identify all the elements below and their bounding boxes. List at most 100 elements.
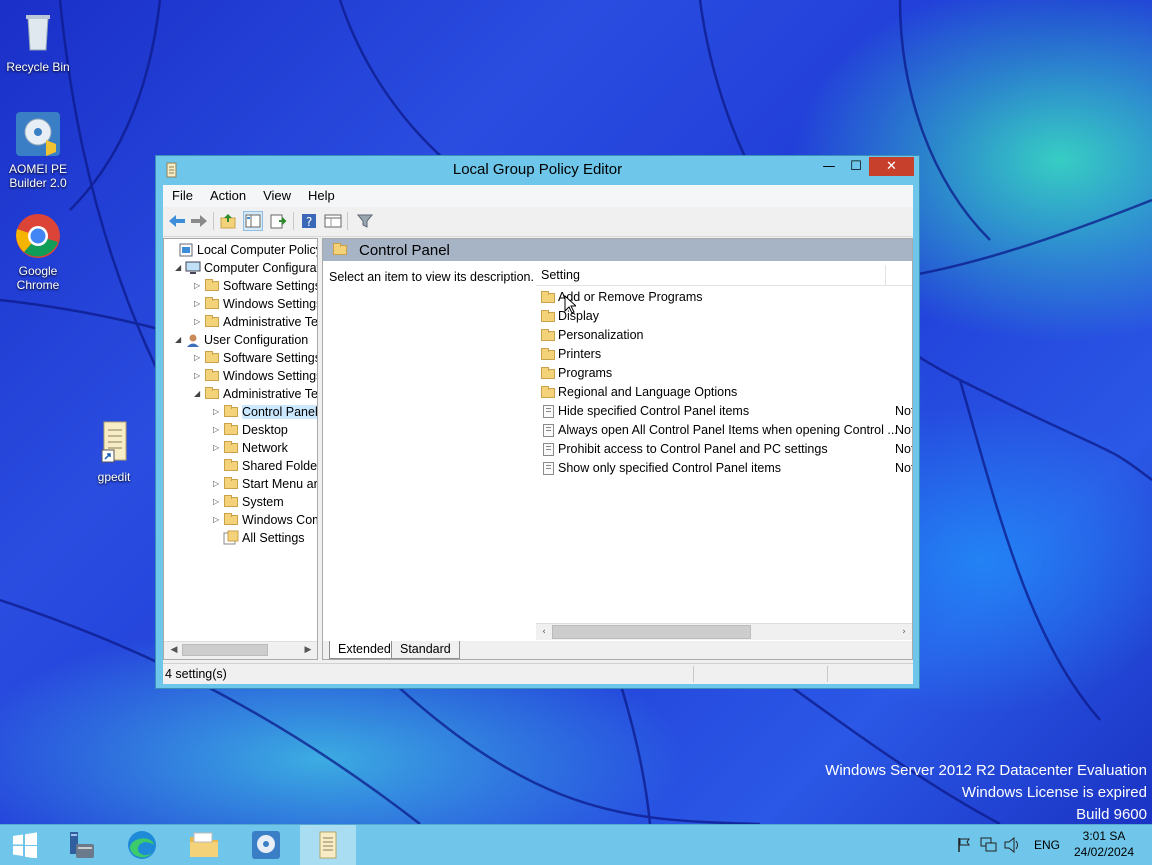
setting-row[interactable]: Show only specified Control Panel items N…	[536, 459, 913, 478]
volume-icon[interactable]	[1004, 836, 1022, 856]
details-pane: Control Panel Select an item to view its…	[322, 238, 913, 660]
language-indicator[interactable]: ENG	[1034, 838, 1060, 852]
tree-expander-icon[interactable]: ▷	[194, 349, 204, 367]
menu-bar: File Action View Help	[163, 185, 913, 207]
network-icon[interactable]	[980, 837, 998, 856]
up-folder-icon[interactable]	[219, 211, 239, 231]
policy-setting-icon	[540, 440, 556, 459]
menu-file[interactable]: File	[163, 185, 201, 207]
setting-row[interactable]: Regional and Language Options	[536, 383, 912, 402]
setting-row[interactable]: Personalization	[536, 326, 912, 345]
scroll-left-arrow-icon[interactable]: ◀	[166, 642, 182, 658]
title-bar[interactable]: Local Group Policy Editor — ☐ ✕	[156, 156, 919, 184]
back-arrow-icon[interactable]	[167, 211, 187, 231]
setting-row[interactable]: Display	[536, 307, 912, 326]
tree-expander-icon[interactable]: ◢	[175, 331, 185, 349]
export-list-icon[interactable]	[269, 211, 289, 231]
setting-row[interactable]: Add or Remove Programs	[536, 288, 912, 307]
properties-view-icon[interactable]	[323, 211, 343, 231]
tree-expander-icon[interactable]: ▷	[213, 475, 223, 493]
desktop-icon-gpedit[interactable]: gpedit	[76, 418, 152, 484]
tree-node[interactable]: Local Computer Policy	[168, 241, 317, 259]
tree-scroll-thumb[interactable]	[182, 644, 268, 656]
show-hide-tree-icon[interactable]	[243, 211, 263, 231]
tree-expander-icon[interactable]: ▷	[194, 367, 204, 385]
tree-node[interactable]: ▷ Software Settings	[194, 349, 317, 367]
tree-node[interactable]: ▷ Start Menu and Taskbar	[213, 475, 317, 493]
menu-view[interactable]: View	[254, 185, 299, 207]
setting-row[interactable]: Printers	[536, 345, 912, 364]
tree-node[interactable]: ▷ Administrative Templates	[194, 313, 317, 331]
tree-node[interactable]: ▷ Control Panel	[213, 403, 317, 421]
desktop-icon-recycle-bin[interactable]: Recycle Bin	[0, 8, 76, 74]
tree-node-label: Windows Components	[242, 513, 317, 527]
tree-node-label: Shared Folders	[242, 459, 318, 473]
desktop-icon-chrome[interactable]: Google Chrome	[0, 212, 76, 292]
column-divider[interactable]	[885, 265, 886, 285]
maximize-button[interactable]: ☐	[843, 157, 869, 176]
tree-expander-icon[interactable]: ◢	[194, 385, 204, 403]
action-center-flag-icon[interactable]	[956, 837, 972, 856]
tree-expander-icon[interactable]: ▷	[213, 421, 223, 439]
list-scroll-thumb[interactable]	[552, 625, 751, 639]
file-explorer-icon[interactable]	[176, 825, 232, 865]
gpedit-shortcut-icon	[90, 418, 138, 466]
tree-expander-icon[interactable]: ▷	[213, 493, 223, 511]
tree-expander-icon[interactable]: ▷	[194, 295, 204, 313]
aomei-taskbar-icon[interactable]	[238, 825, 294, 865]
tab-standard[interactable]: Standard	[391, 641, 460, 659]
tree-node-label: All Settings	[242, 531, 305, 545]
help-icon[interactable]: ?	[299, 211, 319, 231]
tree-node[interactable]: ▷ System	[213, 493, 284, 511]
tree-node[interactable]: ▷ Windows Settings	[194, 367, 317, 385]
forward-arrow-icon[interactable]	[189, 211, 209, 231]
recycle-bin-icon	[14, 8, 62, 56]
setting-row[interactable]: Always open All Control Panel Items when…	[536, 421, 912, 440]
filter-icon[interactable]	[355, 211, 375, 231]
setting-row[interactable]: Hide specified Control Panel items Not	[536, 402, 912, 421]
tree-expander-icon[interactable]: ◢	[175, 259, 185, 277]
status-text: 4 setting(s)	[165, 667, 227, 681]
gpedit-taskbar-icon[interactable]	[300, 825, 356, 865]
tree-node[interactable]: ▷ Windows Settings	[194, 295, 317, 313]
tree-node[interactable]: ▷ Desktop	[213, 421, 288, 439]
desktop-icon-aomei[interactable]: AOMEI PE Builder 2.0	[0, 110, 76, 190]
tree-expander-icon[interactable]: ▷	[213, 439, 223, 457]
tree-expander-icon[interactable]: ▷	[194, 277, 204, 295]
tree-horizontal-scrollbar[interactable]: ◀ ▶	[164, 641, 317, 659]
tree-node[interactable]: ▷ Software Settings	[194, 277, 317, 295]
policy-tree: Local Computer Policy ◢ Computer Configura…	[163, 238, 318, 660]
setting-name: Personalization	[558, 328, 644, 342]
setting-name: Hide specified Control Panel items	[558, 404, 750, 418]
tree-node[interactable]: ◢ Administrative Templates	[194, 385, 317, 403]
list-horizontal-scrollbar[interactable]: ‹ ›	[536, 623, 912, 640]
tree-node[interactable]: Shared Folders	[213, 457, 318, 475]
setting-row[interactable]: Programs	[536, 364, 912, 383]
tree-expander-icon[interactable]: ▷	[194, 313, 204, 331]
tree-node[interactable]: All Settings	[213, 529, 305, 547]
details-header: Control Panel	[323, 239, 912, 261]
close-button[interactable]: ✕	[869, 157, 914, 176]
scroll-left-arrow-icon[interactable]: ‹	[536, 624, 552, 640]
clock[interactable]: 3:01 SA 24/02/2024	[1066, 828, 1142, 860]
toolbar-separator	[213, 212, 214, 230]
menu-action[interactable]: Action	[201, 185, 254, 207]
setting-state: Not	[895, 461, 913, 475]
edge-icon[interactable]	[114, 825, 170, 865]
tab-extended[interactable]: Extended	[329, 641, 400, 659]
watermark-line-2: Windows License is expired	[961, 784, 1147, 801]
tree-node[interactable]: ▷ Windows Components	[213, 511, 317, 529]
server-manager-icon[interactable]	[52, 825, 108, 865]
tree-expander-icon[interactable]: ▷	[213, 511, 223, 529]
scroll-right-arrow-icon[interactable]: ▶	[300, 642, 316, 658]
minimize-button[interactable]: —	[816, 157, 842, 176]
tree-expander-icon[interactable]: ▷	[213, 403, 223, 421]
tree-node[interactable]: ◢ Computer Configuration	[175, 259, 317, 277]
setting-row[interactable]: Prohibit access to Control Panel and PC …	[536, 440, 912, 459]
column-header[interactable]: Setting	[536, 265, 912, 286]
tree-node[interactable]: ▷ Network	[213, 439, 288, 457]
scroll-right-arrow-icon[interactable]: ›	[896, 624, 912, 640]
tree-node[interactable]: ◢ User Configuration	[175, 331, 308, 349]
start-icon[interactable]	[0, 825, 50, 865]
menu-help[interactable]: Help	[299, 185, 343, 207]
